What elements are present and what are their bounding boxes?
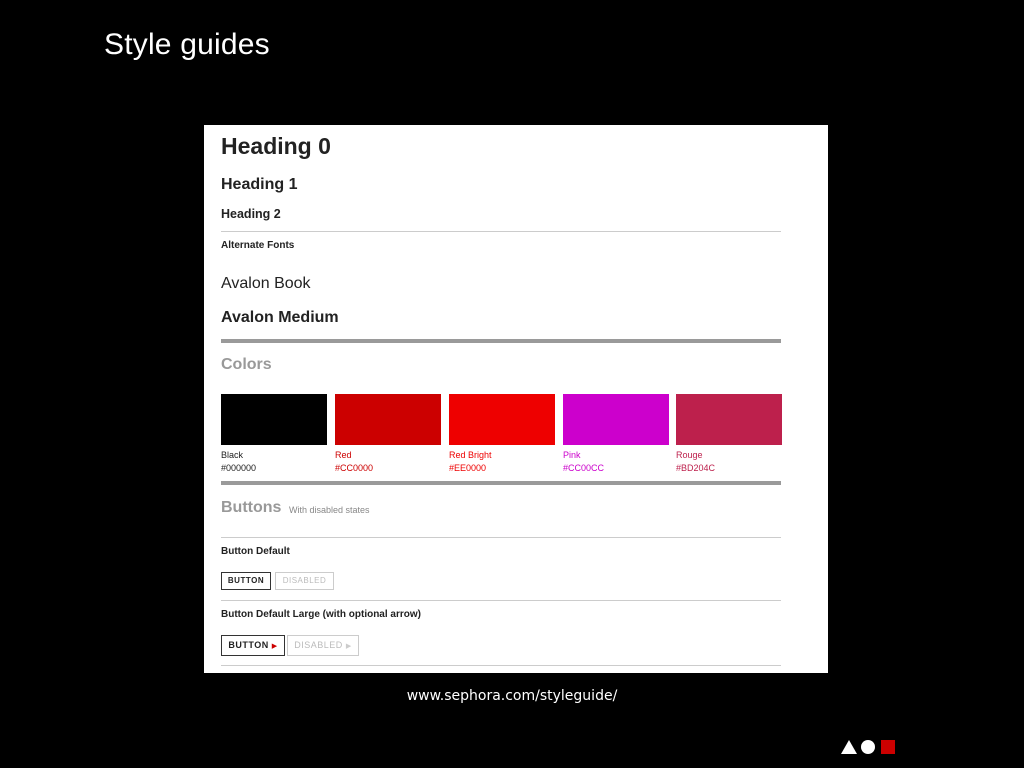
section-divider xyxy=(221,481,781,485)
swatch-hex: #000000 xyxy=(221,463,257,473)
heading-2: Heading 2 xyxy=(221,207,281,221)
section-divider xyxy=(221,339,781,343)
colors-title: Colors xyxy=(221,356,272,373)
swatch-chip xyxy=(335,394,441,445)
divider xyxy=(221,600,781,601)
alternate-fonts-label: Alternate Fonts xyxy=(221,240,295,251)
sample-button[interactable]: BUTTON xyxy=(221,572,271,590)
button-default-label: Button Default xyxy=(221,546,290,557)
heading-1: Heading 1 xyxy=(221,176,298,193)
swatch-name: Pink xyxy=(563,450,581,460)
heading-0: Heading 0 xyxy=(221,133,331,159)
swatch-chip xyxy=(676,394,782,445)
styleguide-screenshot: Heading 0 Heading 1 Heading 2 Alternate … xyxy=(204,125,828,673)
swatch-name: Rouge xyxy=(676,450,703,460)
swatch-chip xyxy=(563,394,669,445)
button-text: BUTTON xyxy=(228,640,269,650)
swatch-hex: #EE0000 xyxy=(449,463,487,473)
swatch-chip xyxy=(221,394,327,445)
divider xyxy=(221,231,781,232)
button-default-large-label: Button Default Large (with optional arro… xyxy=(221,609,421,620)
font-sample-medium: Avalon Medium xyxy=(221,309,339,326)
swatch-hex: #CC0000 xyxy=(335,463,374,473)
source-url: www.sephora.com/styleguide/ xyxy=(406,688,618,704)
swatch-rouge: Rouge #BD204C xyxy=(676,394,782,473)
buttons-subtitle: With disabled states xyxy=(289,505,370,515)
sample-button-large[interactable]: BUTTON ▶ xyxy=(221,635,285,656)
swatch-black: Black #000000 xyxy=(221,394,327,473)
arrow-right-icon: ▶ xyxy=(271,643,278,650)
square-icon xyxy=(881,740,895,754)
brand-logo xyxy=(841,740,895,754)
divider xyxy=(221,665,781,666)
swatch-red: Red #CC0000 xyxy=(335,394,441,473)
swatch-red-bright: Red Bright #EE0000 xyxy=(449,394,555,473)
button-text: BUTTON xyxy=(227,576,265,585)
slide-title: Style guides xyxy=(104,28,270,61)
divider xyxy=(221,537,781,538)
button-text: DISABLED xyxy=(282,576,327,585)
button-text: DISABLED xyxy=(294,640,343,650)
buttons-title: Buttons xyxy=(221,499,282,516)
swatch-name: Red Bright xyxy=(449,450,492,460)
swatch-name: Black xyxy=(221,450,244,460)
arrow-right-icon: ▶ xyxy=(345,643,352,650)
swatch-name: Red xyxy=(335,450,352,460)
sample-button-disabled: DISABLED xyxy=(275,572,334,590)
swatch-pink: Pink #CC00CC xyxy=(563,394,669,473)
swatch-hex: #CC00CC xyxy=(563,463,605,473)
sample-button-large-disabled: DISABLED ▶ xyxy=(287,635,359,656)
swatch-chip xyxy=(449,394,555,445)
triangle-icon xyxy=(841,740,857,754)
swatch-hex: #BD204C xyxy=(676,463,716,473)
circle-icon xyxy=(861,740,875,754)
font-sample-book: Avalon Book xyxy=(221,275,311,292)
